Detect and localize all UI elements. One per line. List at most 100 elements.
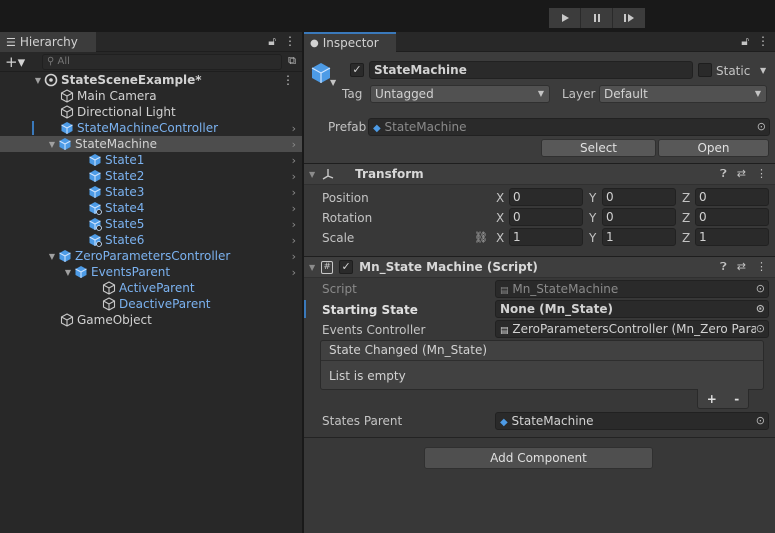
pause-button[interactable]	[581, 8, 613, 28]
add-object-button[interactable]: +▾	[5, 53, 25, 71]
object-picker-icon: ⊙	[755, 282, 765, 295]
component-menu-icon[interactable]: ⋮	[756, 260, 767, 274]
chevron-right-icon[interactable]: ›	[292, 234, 296, 247]
static-label: Static	[716, 64, 751, 78]
add-component-button[interactable]: Add Component	[424, 447, 653, 469]
scale-y-field[interactable]: 1	[602, 228, 676, 246]
play-button[interactable]	[549, 8, 581, 28]
script-component-header[interactable]: ▼ # ✓ Mn_State Machine (Script) ❓︎ ⇄ ⋮	[304, 256, 775, 278]
list-item-label: ActiveParent	[119, 281, 195, 295]
scale-z-field[interactable]: 1	[695, 228, 769, 246]
prefab-small-icon: ◆	[373, 123, 381, 134]
list-item[interactable]: State1 ›	[0, 152, 302, 168]
position-x-field[interactable]: 0	[509, 188, 583, 206]
scene-menu-icon[interactable]: ⋮	[282, 73, 294, 87]
lock-icon[interactable]: 🔓︎	[741, 34, 749, 49]
list-item[interactable]: GameObject	[0, 312, 302, 328]
expand-arrow-icon[interactable]: ▼	[32, 76, 44, 85]
starting-state-field[interactable]: None (Mn_State) ⊙	[495, 300, 769, 318]
chevron-right-icon[interactable]: ›	[292, 154, 296, 167]
foldout-arrow-icon[interactable]: ▼	[309, 170, 315, 179]
constrain-proportions-icon[interactable]: ⛓︎	[474, 231, 488, 244]
component-menu-icon[interactable]: ⋮	[756, 167, 767, 181]
layer-label: Layer	[562, 87, 596, 101]
position-z-field[interactable]: 0	[695, 188, 769, 206]
object-picker-icon[interactable]: ⊙	[756, 301, 765, 317]
events-controller-field[interactable]: ▤ ZeroParametersController (Mn_Zero Para…	[495, 320, 769, 338]
chevron-right-icon[interactable]: ›	[292, 202, 296, 215]
object-picker-icon[interactable]: ⊙	[757, 119, 766, 135]
open-button[interactable]: Open	[658, 139, 769, 157]
object-picker-icon[interactable]: ⊙	[755, 321, 765, 337]
prefab-field[interactable]: ◆ StateMachine ⊙	[368, 118, 770, 136]
list-item[interactable]: ▼ ZeroParametersController ›	[0, 248, 302, 264]
rotation-z-field[interactable]: 0	[695, 208, 769, 226]
list-item[interactable]: State4 ›	[0, 200, 302, 216]
list-item[interactable]: State3 ›	[0, 184, 302, 200]
list-item[interactable]: Main Camera	[0, 88, 302, 104]
scene-visibility-icon[interactable]: ⧉	[288, 54, 296, 68]
script-file-icon: ▤	[500, 286, 509, 296]
position-y-field[interactable]: 0	[602, 188, 676, 206]
static-checkbox[interactable]	[698, 63, 712, 77]
list-item[interactable]: ▼ StateMachine ›	[0, 136, 302, 152]
component-enabled-checkbox[interactable]: ✓	[339, 260, 354, 274]
scene-row[interactable]: ▼ StateSceneExample* ⋮	[0, 72, 302, 88]
chevron-right-icon[interactable]: ›	[292, 170, 296, 183]
step-button[interactable]	[613, 8, 645, 28]
active-checkbox[interactable]: ✓	[350, 63, 364, 77]
list-item[interactable]: State2 ›	[0, 168, 302, 184]
tab-hierarchy[interactable]: ☰ Hierarchy	[0, 32, 96, 52]
expand-arrow-icon[interactable]: ▼	[62, 268, 74, 277]
rotation-y-field[interactable]: 0	[602, 208, 676, 226]
lock-icon[interactable]: 🔓︎	[268, 34, 276, 49]
add-item-button[interactable]: +	[707, 392, 717, 406]
list-item[interactable]: Directional Light	[0, 104, 302, 120]
position-label: Position	[322, 191, 369, 205]
list-item-label: Main Camera	[77, 89, 157, 103]
list-item[interactable]: State5 ›	[0, 216, 302, 232]
axis-z-label: Z	[682, 211, 691, 225]
list-item-label: Directional Light	[77, 105, 176, 119]
list-item-label: State4	[105, 201, 145, 215]
list-item[interactable]: ActiveParent	[0, 280, 302, 296]
tag-dropdown[interactable]: Untagged ▼	[370, 85, 550, 103]
hierarchy-toolbar: +▾ ⚲ All ⧉	[0, 52, 302, 72]
select-button[interactable]: Select	[541, 139, 656, 157]
list-item[interactable]: State6 ›	[0, 232, 302, 248]
hierarchy-tabbar: ☰ Hierarchy 🔓︎ ⋮	[0, 32, 302, 52]
object-picker-icon[interactable]: ⊙	[756, 413, 765, 429]
layer-dropdown[interactable]: Default ▼	[599, 85, 767, 103]
expand-arrow-icon[interactable]: ▼	[46, 252, 58, 261]
help-icon[interactable]: ❓︎	[720, 260, 727, 274]
list-item[interactable]: StateMachineController ›	[0, 120, 302, 136]
states-parent-field[interactable]: ◆ StateMachine ⊙	[495, 412, 769, 430]
remove-item-button[interactable]: -	[734, 392, 739, 406]
list-item[interactable]: ▼ EventsParent ›	[0, 264, 302, 280]
tab-inspector[interactable]: ● Inspector	[304, 32, 396, 52]
menu-icon[interactable]: ⋮	[757, 34, 769, 49]
object-name-field[interactable]: StateMachine	[369, 61, 693, 79]
chevron-right-icon[interactable]: ›	[292, 138, 296, 151]
presets-icon[interactable]: ⇄	[737, 260, 746, 274]
list-icon: ☰	[6, 35, 16, 49]
transform-header[interactable]: ▼ Transform ❓︎ ⇄ ⋮	[304, 163, 775, 185]
search-input[interactable]: ⚲ All	[42, 54, 282, 70]
chevron-right-icon[interactable]: ›	[292, 186, 296, 199]
static-dropdown-icon[interactable]: ▼	[760, 66, 766, 75]
help-icon[interactable]: ❓︎	[720, 167, 727, 181]
chevron-right-icon[interactable]: ›	[292, 218, 296, 231]
menu-icon[interactable]: ⋮	[284, 34, 296, 49]
list-item-label: StateMachine	[75, 137, 157, 151]
list-item[interactable]: DeactiveParent	[0, 296, 302, 312]
rotation-x-field[interactable]: 0	[509, 208, 583, 226]
chevron-right-icon[interactable]: ›	[292, 122, 296, 135]
chevron-right-icon[interactable]: ›	[292, 250, 296, 263]
icon-dropdown-icon[interactable]: ▼	[330, 78, 336, 87]
foldout-arrow-icon[interactable]: ▼	[309, 263, 315, 272]
expand-arrow-icon[interactable]: ▼	[46, 140, 58, 149]
chevron-right-icon[interactable]: ›	[292, 266, 296, 279]
list-item-label: GameObject	[77, 313, 152, 327]
scale-x-field[interactable]: 1	[509, 228, 583, 246]
presets-icon[interactable]: ⇄	[737, 167, 746, 181]
